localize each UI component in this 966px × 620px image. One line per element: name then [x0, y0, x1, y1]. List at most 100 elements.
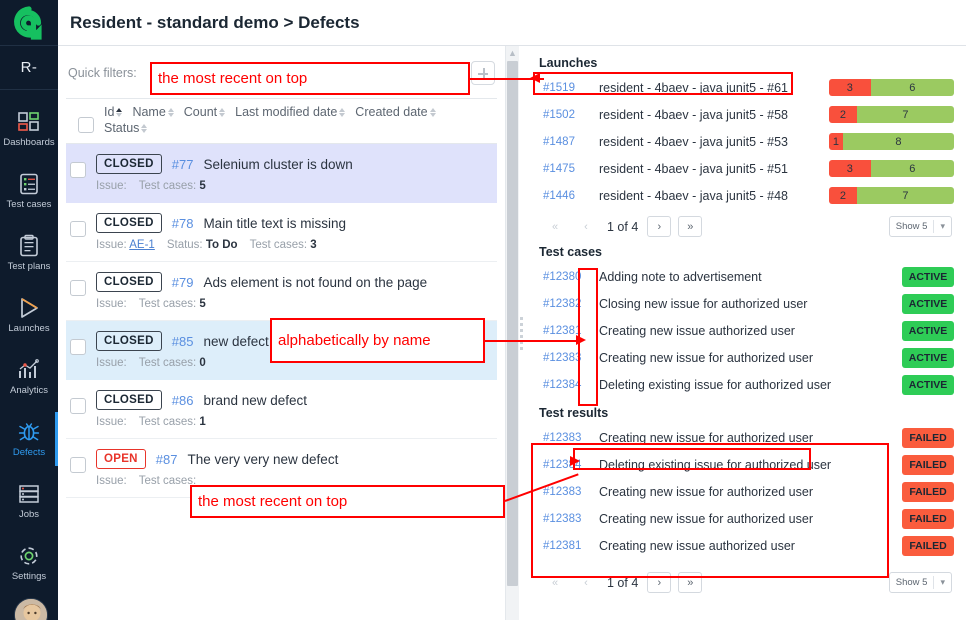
status-badge: CLOSED: [96, 390, 162, 410]
passed-count: 8: [843, 133, 954, 150]
status-badge: CLOSED: [96, 272, 162, 292]
sort-indicator-icon: [339, 108, 345, 117]
app-root: R- Dashboards: [0, 0, 966, 620]
app-logo[interactable]: [0, 0, 58, 46]
defect-name[interactable]: new defect: [203, 334, 268, 349]
launch-id[interactable]: #1475: [543, 163, 589, 175]
defect-id[interactable]: #77: [172, 157, 194, 172]
item-name[interactable]: Adding note to advertisement: [599, 270, 892, 284]
launch-id[interactable]: #1446: [543, 190, 589, 202]
launch-row[interactable]: #1475 resident - 4baev - java junit5 - #5…: [535, 155, 958, 182]
column-header-id[interactable]: Id: [104, 105, 122, 119]
launch-name[interactable]: resident - 4baev - java junit5 - #53: [599, 135, 819, 149]
launch-name[interactable]: resident - 4baev - java junit5 - #48: [599, 189, 819, 203]
row-test-cases: Test cases: 0: [139, 357, 206, 369]
row-checkbox[interactable]: [70, 457, 86, 473]
column-header-created-date[interactable]: Created date: [355, 105, 435, 119]
row-checkbox[interactable]: [70, 339, 86, 355]
table-row[interactable]: CLOSED#77Selenium cluster is downIssue:T…: [66, 144, 497, 203]
launch-row[interactable]: #1487 resident - 4baev - java junit5 - #5…: [535, 128, 958, 155]
column-header-name[interactable]: Name: [132, 105, 173, 119]
item-name[interactable]: Closing new issue for authorized user: [599, 297, 892, 311]
defects-list: CLOSED #77 Selenium cluster is down Issue:T…: [58, 144, 505, 620]
table-row[interactable]: CLOSED #79 Ads element is not found on the…: [66, 262, 497, 321]
page-title: Resident - standard demo > Defects: [70, 13, 360, 33]
pager-first-button[interactable]: «: [543, 216, 567, 237]
project-switcher[interactable]: R-: [0, 46, 58, 90]
test-case-row[interactable]: #12380Adding note to advertisementACTIVE: [535, 263, 958, 290]
defect-name[interactable]: Ads element is not found on the page: [203, 275, 427, 290]
test-case-row[interactable]: #12383Creating new issue for authorized …: [535, 344, 958, 371]
launch-id[interactable]: #1487: [543, 136, 589, 148]
annotation-alphabetical: alphabetically by name: [270, 318, 485, 363]
row-meta-line: Issue:Test cases: 5: [96, 180, 491, 192]
sidebar-item-settings[interactable]: Settings: [0, 532, 58, 594]
defects-table-header: Id Name Count Last modified date: [66, 98, 497, 144]
row-checkbox[interactable]: [70, 221, 86, 237]
item-name[interactable]: Creating new issue for authorized user: [599, 351, 892, 365]
row-primary-line: CLOSED #79 Ads element is not found on the…: [96, 272, 491, 292]
defect-id[interactable]: #85: [172, 334, 194, 349]
table-row[interactable]: CLOSED#86brand new defectIssue:Test case…: [66, 380, 497, 439]
defects-scrollbar[interactable]: ▲: [505, 46, 519, 620]
launch-id[interactable]: #1502: [543, 109, 589, 121]
status-badge: ACTIVE: [902, 267, 954, 287]
defect-id[interactable]: #86: [172, 393, 194, 408]
defect-name[interactable]: The very very new defect: [188, 452, 339, 467]
failed-count: 2: [829, 187, 857, 204]
row-checkbox[interactable]: [70, 162, 86, 178]
item-id[interactable]: #12383: [543, 432, 589, 444]
item-name[interactable]: Deleting existing issue for authorized u…: [599, 378, 892, 392]
sidebar-item-analytics[interactable]: Analytics: [0, 346, 58, 408]
launch-name[interactable]: resident - 4baev - java junit5 - #51: [599, 162, 819, 176]
defect-id[interactable]: #87: [156, 452, 178, 467]
pager-last-button[interactable]: »: [678, 216, 702, 237]
launches-page-size-select[interactable]: Show 5 ▾: [889, 216, 952, 237]
row-test-cases: Test cases: 5: [139, 180, 206, 192]
scroll-up-icon[interactable]: ▲: [506, 46, 519, 59]
jobs-icon: [17, 482, 41, 506]
row-test-cases: Test cases: 5: [139, 298, 206, 310]
pager-prev-button[interactable]: ‹: [574, 216, 598, 237]
add-filter-button[interactable]: [471, 61, 495, 85]
select-all-checkbox[interactable]: [78, 117, 94, 133]
test-results-page-size-select[interactable]: Show 5 ▾: [889, 572, 952, 593]
defect-name[interactable]: Selenium cluster is down: [203, 157, 352, 172]
sidebar-item-defects[interactable]: Defects: [0, 408, 58, 470]
launch-row[interactable]: #1446 resident - 4baev - java junit5 - #4…: [535, 182, 958, 209]
scrollbar-thumb[interactable]: [507, 61, 518, 586]
sidebar-item-label: Test plans: [8, 261, 51, 272]
defect-id[interactable]: #78: [172, 216, 194, 231]
sidebar-item-test-plans[interactable]: Test plans: [0, 222, 58, 284]
item-name[interactable]: Creating new issue authorized user: [599, 324, 892, 338]
avatar[interactable]: [14, 598, 48, 620]
test-case-row[interactable]: #12384Deleting existing issue for author…: [535, 371, 958, 398]
test-cases-icon: [17, 172, 41, 196]
test-case-row[interactable]: #12381Creating new issue authorized user…: [535, 317, 958, 344]
status-badge: FAILED: [902, 536, 954, 556]
pager-next-button[interactable]: ›: [647, 216, 671, 237]
defect-name[interactable]: brand new defect: [203, 393, 307, 408]
chevron-down-icon: ▾: [940, 221, 945, 232]
row-checkbox[interactable]: [70, 398, 86, 414]
test-results-title: Test results: [539, 406, 958, 420]
sidebar-item-jobs[interactable]: Jobs: [0, 470, 58, 532]
column-header-status[interactable]: Status: [104, 121, 487, 135]
launch-row[interactable]: #1502 resident - 4baev - java junit5 - #5…: [535, 101, 958, 128]
sidebar-item-label: Dashboards: [3, 137, 54, 148]
row-checkbox[interactable]: [70, 280, 86, 296]
column-header-last-modified-date[interactable]: Last modified date: [235, 105, 345, 119]
issue-link[interactable]: AE-1: [129, 239, 155, 251]
page-size-label: Show 5: [896, 577, 928, 588]
defect-id[interactable]: #79: [172, 275, 194, 290]
sidebar-item-dashboards[interactable]: Dashboards: [0, 98, 58, 160]
defect-name[interactable]: Main title text is missing: [203, 216, 346, 231]
launch-name[interactable]: resident - 4baev - java junit5 - #58: [599, 108, 819, 122]
sidebar-item-test-cases[interactable]: Test cases: [0, 160, 58, 222]
table-row[interactable]: CLOSED#78Main title text is missingIssue…: [66, 203, 497, 262]
status-badge: OPEN: [96, 449, 146, 469]
sidebar-item-launches[interactable]: Launches: [0, 284, 58, 346]
test-case-row[interactable]: #12382Closing new issue for authorized u…: [535, 290, 958, 317]
pane-splitter[interactable]: ▲: [505, 46, 531, 620]
column-header-count[interactable]: Count: [184, 105, 225, 119]
